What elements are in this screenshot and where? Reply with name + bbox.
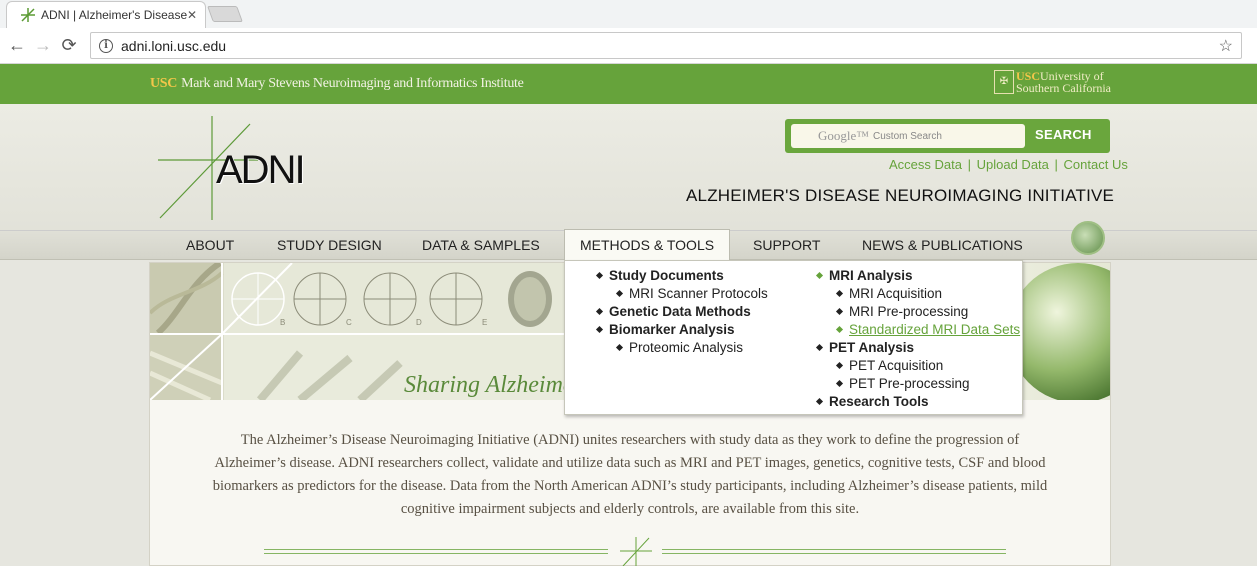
tab-title: ADNI | Alzheimer's Disease Neuroimaging … bbox=[41, 8, 187, 22]
nav-methods-tools[interactable]: METHODS & TOOLS bbox=[564, 229, 731, 261]
initiative-title: ALZHEIMER'S DISEASE NEUROIMAGING INITIAT… bbox=[686, 186, 1115, 205]
link-separator: | bbox=[1054, 157, 1058, 172]
search-input[interactable]: Google™ Custom Search bbox=[791, 124, 1025, 148]
chart-letter-b: B bbox=[280, 318, 285, 327]
menu-item-label: Biomarker Analysis bbox=[609, 322, 735, 337]
adni-logo[interactable]: ADNI bbox=[216, 148, 306, 193]
institute-link[interactable]: USC Mark and Mary Stevens Neuroimaging an… bbox=[150, 76, 524, 92]
diamond-bullet-icon bbox=[615, 343, 624, 352]
menu-item-pet-analysis[interactable]: PET Analysis bbox=[805, 339, 1020, 357]
menu-item-pet-acquisition[interactable]: PET Acquisition bbox=[805, 357, 1020, 375]
diamond-bullet-icon bbox=[595, 271, 604, 280]
browser-tab[interactable]: ADNI | Alzheimer's Disease Neuroimaging … bbox=[6, 1, 206, 28]
address-bar[interactable]: i adni.loni.usc.edu ☆ bbox=[90, 32, 1242, 59]
menu-item-mri-analysis[interactable]: MRI Analysis bbox=[805, 267, 1020, 285]
nav-study-design[interactable]: STUDY DESIGN bbox=[277, 237, 382, 253]
menu-item-label: PET Analysis bbox=[829, 340, 915, 355]
diamond-bullet-icon bbox=[835, 307, 844, 316]
nav-about[interactable]: ABOUT bbox=[186, 237, 234, 253]
chart-letter-d: D bbox=[416, 318, 422, 327]
emblem-icon bbox=[1071, 221, 1105, 255]
methods-tools-dropdown: Study Documents MRI Scanner Protocols Gene… bbox=[564, 260, 1023, 415]
diamond-bullet-icon bbox=[815, 343, 824, 352]
browser-toolbar: ← → ⟳ i adni.loni.usc.edu ☆ bbox=[0, 28, 1257, 64]
diamond-bullet-icon bbox=[595, 325, 604, 334]
menu-item-label: Standardized MRI Data Sets bbox=[849, 322, 1021, 337]
chart-letter-c: C bbox=[346, 318, 352, 327]
link-separator: | bbox=[967, 157, 971, 172]
new-tab-button[interactable] bbox=[207, 6, 243, 22]
menu-item-study-documents[interactable]: Study Documents bbox=[585, 267, 768, 285]
menu-item-mri-acquisition[interactable]: MRI Acquisition bbox=[805, 285, 1020, 303]
usc-university-link[interactable]: ✠ USCUniversity of Southern California bbox=[994, 70, 1111, 94]
contact-us-link[interactable]: Contact Us bbox=[1064, 157, 1128, 172]
back-icon[interactable]: ← bbox=[4, 35, 30, 56]
divider-right bbox=[662, 549, 1006, 554]
browser-tabstrip: ADNI | Alzheimer's Disease Neuroimaging … bbox=[0, 0, 1257, 28]
nav-data-samples[interactable]: DATA & SAMPLES bbox=[422, 237, 540, 253]
menu-item-mri-scanner-protocols[interactable]: MRI Scanner Protocols bbox=[585, 285, 768, 303]
google-brand: Google™ bbox=[818, 128, 870, 143]
institute-name: Mark and Mary Stevens Neuroimaging and I… bbox=[181, 76, 524, 91]
menu-item-standardized-mri-data-sets[interactable]: Standardized MRI Data Sets bbox=[805, 321, 1020, 339]
menu-item-genetic-data-methods[interactable]: Genetic Data Methods bbox=[585, 303, 768, 321]
diamond-bullet-icon bbox=[835, 379, 844, 388]
adni-favicon-icon bbox=[21, 8, 35, 22]
main-nav: ABOUT STUDY DESIGN DATA & SAMPLES METHOD… bbox=[0, 221, 1257, 261]
usc-university-text: USCUniversity of Southern California bbox=[1016, 70, 1111, 94]
menu-item-label: PET Acquisition bbox=[849, 358, 944, 373]
tab-close-icon[interactable]: ✕ bbox=[187, 8, 197, 22]
utility-links: Access Data | Upload Data | Contact Us bbox=[889, 157, 1128, 172]
menu-item-mri-pre-processing[interactable]: MRI Pre-processing bbox=[805, 303, 1020, 321]
upload-data-link[interactable]: Upload Data bbox=[977, 157, 1049, 172]
menu-item-label: MRI Pre-processing bbox=[849, 304, 969, 319]
divider-star-icon bbox=[620, 537, 652, 566]
diamond-bullet-icon bbox=[835, 289, 844, 298]
usc-mark: USC bbox=[150, 76, 178, 91]
nav-news-publications[interactable]: NEWS & PUBLICATIONS bbox=[862, 237, 1023, 253]
dropdown-column-left: Study Documents MRI Scanner Protocols Gene… bbox=[585, 267, 768, 357]
dropdown-column-right: MRI Analysis MRI Acquisition MRI Pre-proce… bbox=[805, 267, 1020, 411]
menu-item-label: MRI Scanner Protocols bbox=[629, 286, 768, 301]
usc-univ-line2: Southern California bbox=[1016, 81, 1111, 95]
bookmark-star-icon[interactable]: ☆ bbox=[1219, 36, 1233, 56]
diamond-bullet-icon bbox=[815, 397, 824, 406]
menu-item-research-tools[interactable]: Research Tools bbox=[805, 393, 1020, 411]
search-placeholder: Custom Search bbox=[873, 130, 942, 142]
menu-item-label: MRI Acquisition bbox=[849, 286, 943, 301]
url-text[interactable]: adni.loni.usc.edu bbox=[121, 38, 1219, 54]
menu-item-label: PET Pre-processing bbox=[849, 376, 970, 391]
diamond-bullet-icon bbox=[615, 289, 624, 298]
usc-seal-icon: ✠ bbox=[994, 70, 1014, 94]
access-data-link[interactable]: Access Data bbox=[889, 157, 962, 172]
menu-item-label: Research Tools bbox=[829, 394, 929, 409]
menu-item-biomarker-analysis[interactable]: Biomarker Analysis bbox=[585, 321, 768, 339]
site-header: ADNI Google™ Custom Search SEARCH Access… bbox=[0, 104, 1257, 230]
intro-paragraph: The Alzheimer’s Disease Neuroimaging Ini… bbox=[212, 432, 1048, 517]
divider-left bbox=[264, 549, 608, 554]
diamond-bullet-icon bbox=[815, 271, 824, 280]
diamond-bullet-icon bbox=[835, 325, 844, 334]
menu-item-pet-pre-processing[interactable]: PET Pre-processing bbox=[805, 375, 1020, 393]
menu-item-proteomic-analysis[interactable]: Proteomic Analysis bbox=[585, 339, 768, 357]
forward-icon[interactable]: → bbox=[30, 35, 56, 56]
menu-item-label: Proteomic Analysis bbox=[629, 340, 744, 355]
globe-icon bbox=[1008, 263, 1110, 400]
usc-bar: USC Mark and Mary Stevens Neuroimaging an… bbox=[0, 64, 1257, 104]
menu-item-label: Genetic Data Methods bbox=[609, 304, 751, 319]
diamond-bullet-icon bbox=[835, 361, 844, 370]
search-form: Google™ Custom Search SEARCH bbox=[785, 119, 1110, 153]
menu-item-label: Study Documents bbox=[609, 268, 724, 283]
nav-support[interactable]: SUPPORT bbox=[753, 237, 820, 253]
chart-letter-e: E bbox=[482, 318, 487, 327]
search-button[interactable]: SEARCH bbox=[1035, 127, 1092, 142]
reload-icon[interactable]: ⟳ bbox=[56, 35, 82, 56]
site-info-icon[interactable]: i bbox=[99, 38, 113, 53]
menu-item-label: MRI Analysis bbox=[829, 268, 913, 283]
diamond-bullet-icon bbox=[595, 307, 604, 316]
